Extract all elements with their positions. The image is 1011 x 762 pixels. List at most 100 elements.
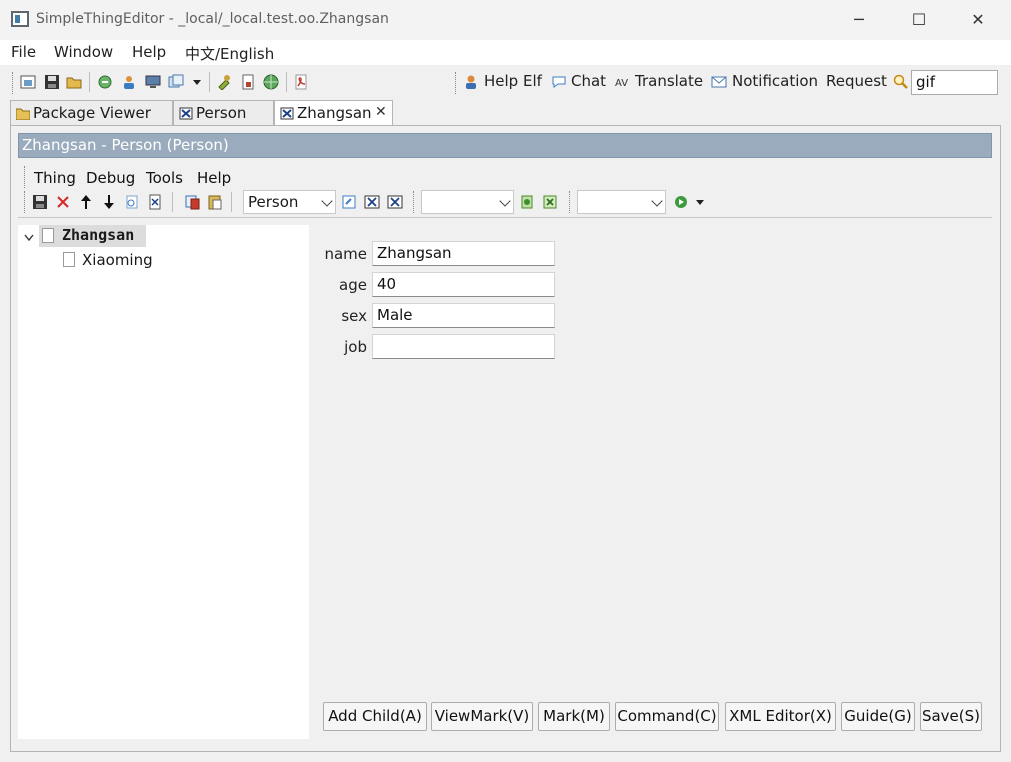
chevron-down-icon[interactable] [189,74,205,90]
delete-icon[interactable] [55,194,71,210]
editor-toolbar-grip-3[interactable] [569,191,571,213]
help-elf-button[interactable]: Help Elf [484,72,542,90]
menu-window[interactable]: Window [54,43,113,61]
descriptor-select[interactable]: Person [243,190,336,214]
tab-package-viewer[interactable]: Package Viewer [10,100,173,126]
menu-bar: File Window Help 中文/English [0,40,1011,65]
play-icon[interactable] [673,194,689,210]
document-edit-icon[interactable] [341,194,357,210]
refresh-icon[interactable] [97,74,113,90]
tab-label: Zhangsan [297,104,372,122]
thing-icon [280,107,294,120]
sex-label: sex [341,307,367,325]
menu-help[interactable]: Help [132,43,166,61]
tool-icon[interactable] [216,74,232,90]
title-bar: SimpleThingEditor - _local/_local.test.o… [0,0,1011,40]
maximize-button[interactable]: ☐ [897,6,941,34]
document-icon [42,228,54,243]
thing-icon[interactable] [364,194,380,210]
document-icon [63,252,75,267]
close-tab-icon[interactable]: ✕ [375,104,387,120]
editor-menu-grip[interactable] [24,166,26,188]
menu-language[interactable]: 中文/English [185,43,274,64]
green-run-icon[interactable] [519,194,535,210]
name-label: name [324,245,367,263]
request-button[interactable]: Request [826,72,887,90]
open-folder-icon[interactable] [66,74,82,90]
tab-zhangsan[interactable]: Zhangsan ✕ [274,100,393,127]
arrow-down-icon[interactable] [101,194,117,210]
chevron-down-icon[interactable] [24,234,34,242]
xml-document-icon[interactable] [147,194,163,210]
home-icon[interactable] [20,74,36,90]
xml-editor-button[interactable]: XML Editor(X) [725,702,836,731]
green-delete-icon[interactable] [542,194,558,210]
mail-icon [711,76,727,88]
help-elf-icon [466,75,476,89]
pdf-icon[interactable] [293,74,309,90]
chevron-down-icon [499,195,511,207]
editor-menu-debug[interactable]: Debug [86,169,135,187]
minimize-button[interactable]: ─ [837,6,881,34]
editor-toolbar-grip-2[interactable] [413,191,415,213]
guide-button[interactable]: Guide(G) [841,702,915,731]
chat-button[interactable]: Chat [571,72,606,90]
command-button[interactable]: Command(C) [615,702,719,731]
save-icon[interactable] [32,194,48,210]
search-input[interactable]: gif [911,70,998,95]
chevron-down-icon [321,195,333,207]
chevron-down-icon[interactable] [692,194,708,210]
window-title: SimpleThingEditor - _local/_local.test.o… [36,11,389,27]
view-mark-button[interactable]: ViewMark(V) [431,702,533,731]
sex-field[interactable]: Male [372,303,555,328]
translate-button[interactable]: Translate [635,72,703,90]
tree-node-label: Xiaoming [82,251,153,269]
thing-icon [179,107,193,120]
translate-icon: AV [615,78,628,89]
mark-button[interactable]: Mark(M) [538,702,610,731]
second-select[interactable] [421,190,514,214]
tab-person[interactable]: Person [173,100,274,126]
copy-icon[interactable] [185,194,201,210]
thing-icon-2[interactable] [387,194,403,210]
document-lock-icon[interactable] [240,74,256,90]
toolbar-grip[interactable] [12,72,14,94]
save-icon[interactable] [44,74,60,90]
editor-tabs: Package Viewer Person Zhangsan ✕ [10,100,1001,127]
job-label: job [344,338,367,356]
menu-file[interactable]: File [11,43,36,61]
document-search-icon[interactable] [124,194,140,210]
arrow-up-icon[interactable] [78,194,94,210]
age-field[interactable]: 40 [372,272,555,297]
job-field[interactable] [372,334,555,359]
add-child-button[interactable]: Add Child(A) [323,702,427,731]
editor-menu-help[interactable]: Help [197,169,231,187]
tab-label: Person [196,104,247,122]
svg-text:AV: AV [615,78,628,89]
tree-node-label: Zhangsan [62,226,135,244]
search-icon[interactable] [893,74,909,90]
third-select[interactable] [577,190,666,214]
notification-button[interactable]: Notification [732,72,818,90]
main-toolbar: Help Elf Chat AV Translate Notification … [0,66,1011,99]
tree-node-child[interactable]: Xiaoming [61,249,181,271]
editor-toolbar-grip[interactable] [24,191,26,213]
divider [18,217,992,218]
paste-icon[interactable] [207,194,223,210]
windows-icon[interactable] [168,74,184,90]
name-field[interactable]: Zhangsan [372,241,555,266]
toolbar-grip-right[interactable] [455,72,457,94]
thing-tree: Zhangsan Xiaoming [18,225,309,739]
save-button[interactable]: Save(S) [920,702,982,731]
close-window-button[interactable]: ✕ [956,6,1000,34]
chevron-down-icon [651,195,663,207]
age-label: age [339,276,367,294]
user-icon[interactable] [121,74,137,90]
editor-menu-thing[interactable]: Thing [34,169,76,187]
editor-menu-tools[interactable]: Tools [146,169,183,187]
tab-label: Package Viewer [33,104,151,122]
globe-icon[interactable] [263,74,279,90]
monitor-icon[interactable] [145,74,161,90]
tree-node-root[interactable]: Zhangsan [39,225,146,247]
descriptor-select-value: Person [248,193,299,211]
